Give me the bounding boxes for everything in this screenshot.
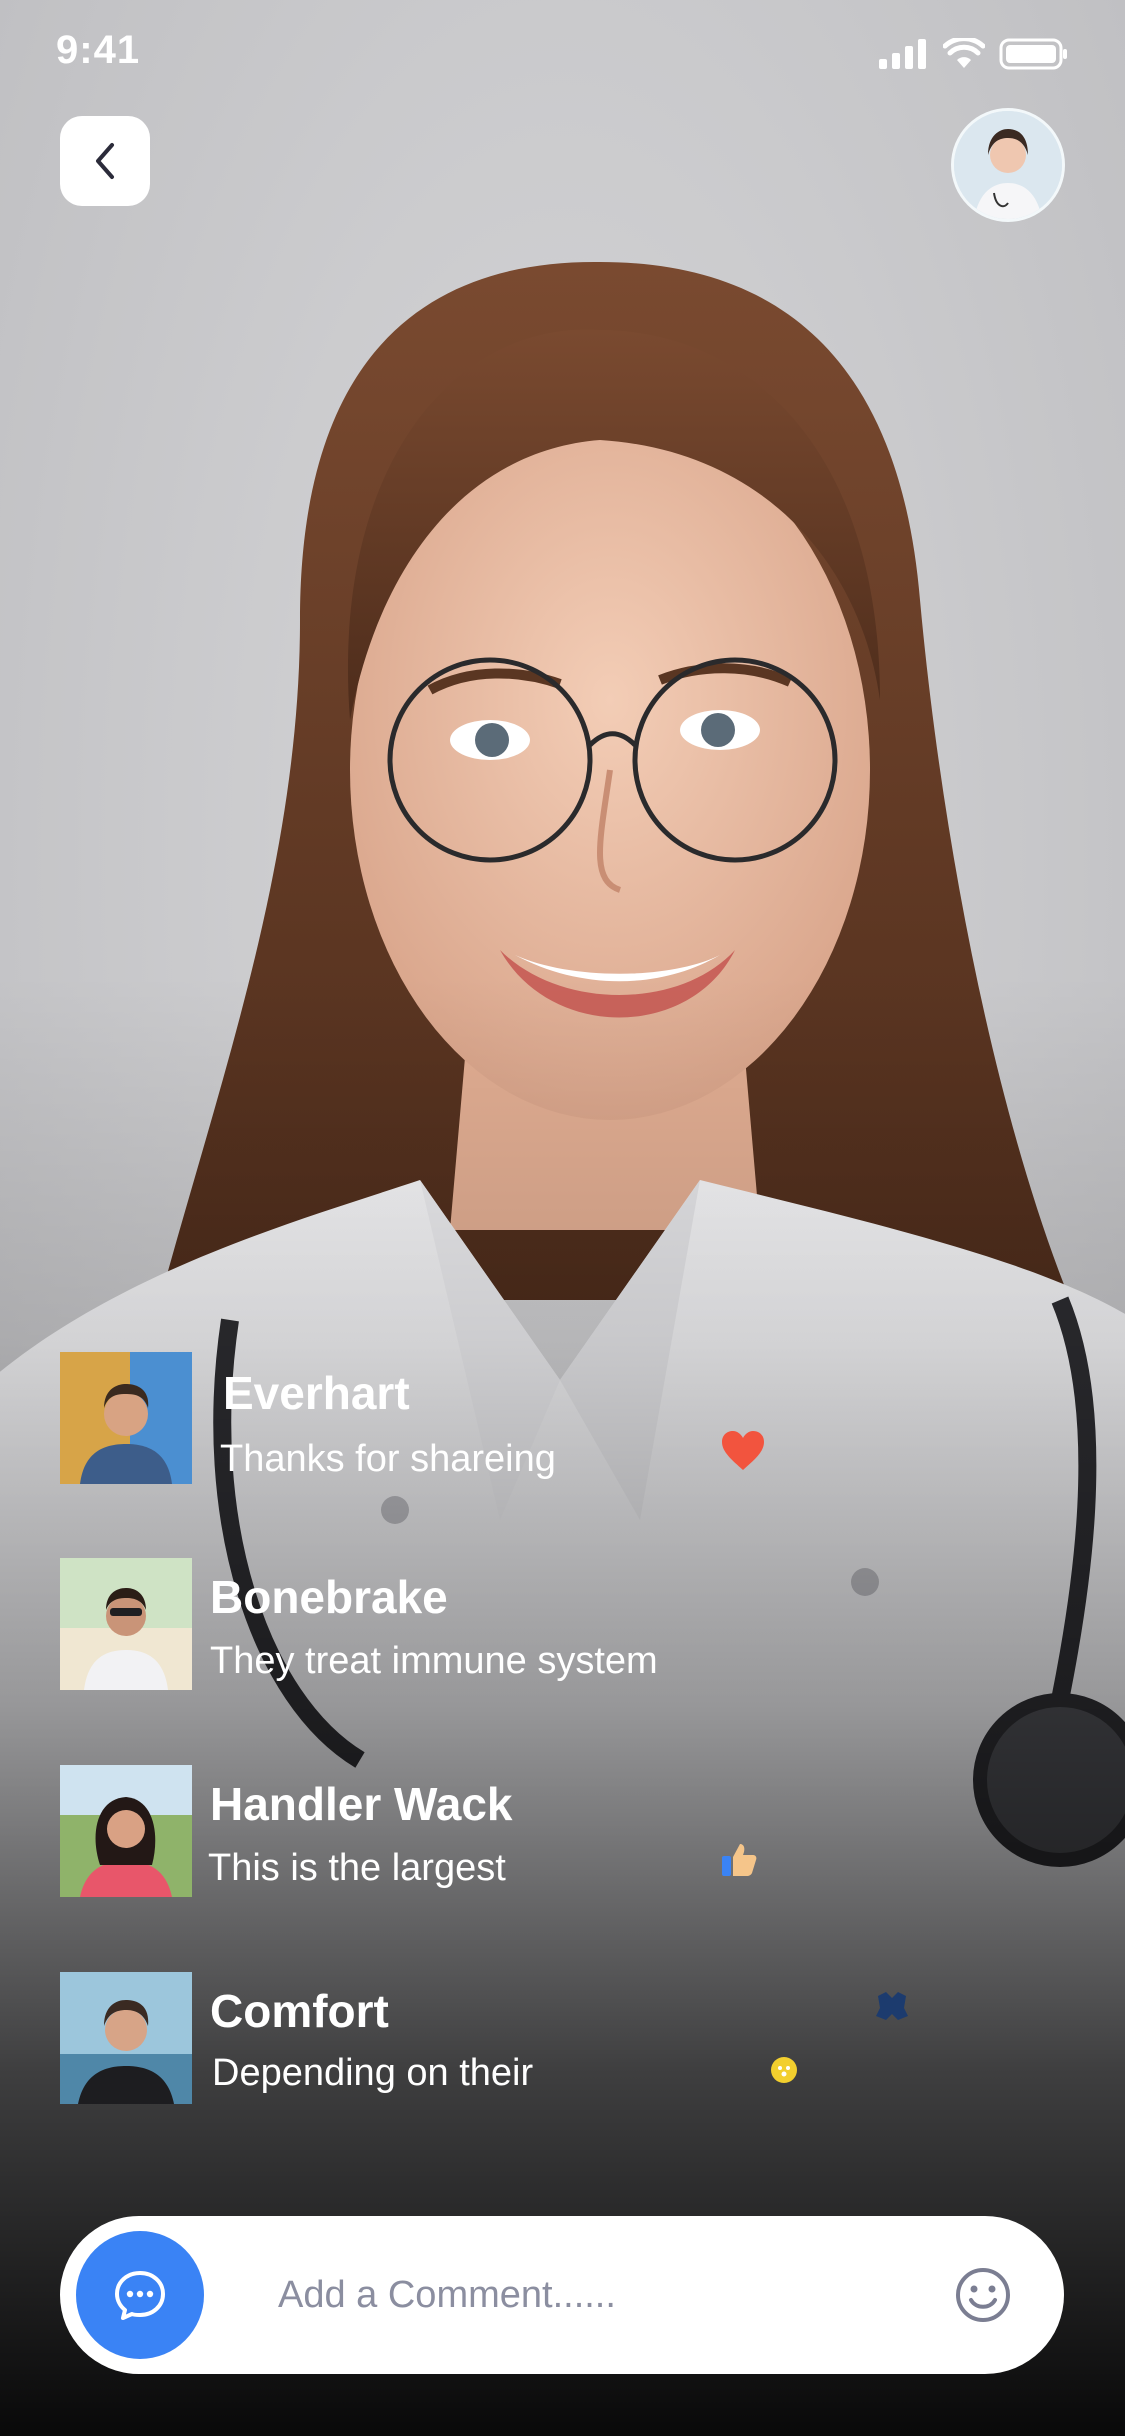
profile-avatar[interactable] [951, 108, 1065, 222]
comment-text: They treat immune system [210, 1640, 658, 1682]
comment-text: This is the largest [208, 1847, 506, 1889]
comment-author: Bonebrake [210, 1571, 448, 1623]
chevron-left-icon [96, 143, 114, 179]
comment-author: Comfort [210, 1985, 389, 2037]
list-item[interactable]: Everhart Thanks for shareing [60, 1352, 1060, 1486]
user-photo [60, 1558, 192, 1690]
emoji-icon [771, 2057, 797, 2083]
comment-bar [60, 2216, 1064, 2374]
back-button[interactable] [60, 116, 150, 206]
thumbs-up-icon [722, 1844, 757, 1876]
avatar [60, 1558, 192, 1690]
smiley-icon[interactable] [954, 2266, 1012, 2324]
avatar [60, 1765, 192, 1897]
list-item[interactable]: Bonebrake They treat immune system [60, 1558, 1060, 1692]
user-photo [60, 1972, 192, 2104]
comment-text: Thanks for shareing [220, 1438, 556, 1480]
comment-author: Everhart [223, 1367, 410, 1419]
live-stream-screen: 9:41 Everhart Thanks for shareing Bonebr… [0, 0, 1125, 2436]
wifi-icon [943, 38, 985, 68]
battery-icon [999, 38, 1067, 70]
comment-input[interactable] [278, 2260, 918, 2330]
heart-icon [722, 1431, 764, 1470]
user-photo [60, 1352, 192, 1484]
chat-bubble-icon [115, 2271, 165, 2320]
user-photo [60, 1765, 192, 1897]
signal-icon [879, 39, 926, 69]
comment-author: Handler Wack [210, 1778, 513, 1830]
doctor-avatar-image [954, 111, 1062, 219]
list-item[interactable]: Comfort Depending on their [60, 1972, 1060, 2106]
like-icon [876, 1992, 908, 2020]
chat-button[interactable] [76, 2231, 204, 2359]
status-time: 9:41 [56, 28, 141, 72]
avatar [60, 1352, 192, 1484]
avatar [60, 1972, 192, 2104]
comment-text: Depending on their [212, 2052, 534, 2094]
status-icons [879, 38, 1069, 70]
list-item[interactable]: Handler Wack This is the largest [60, 1765, 1060, 1899]
